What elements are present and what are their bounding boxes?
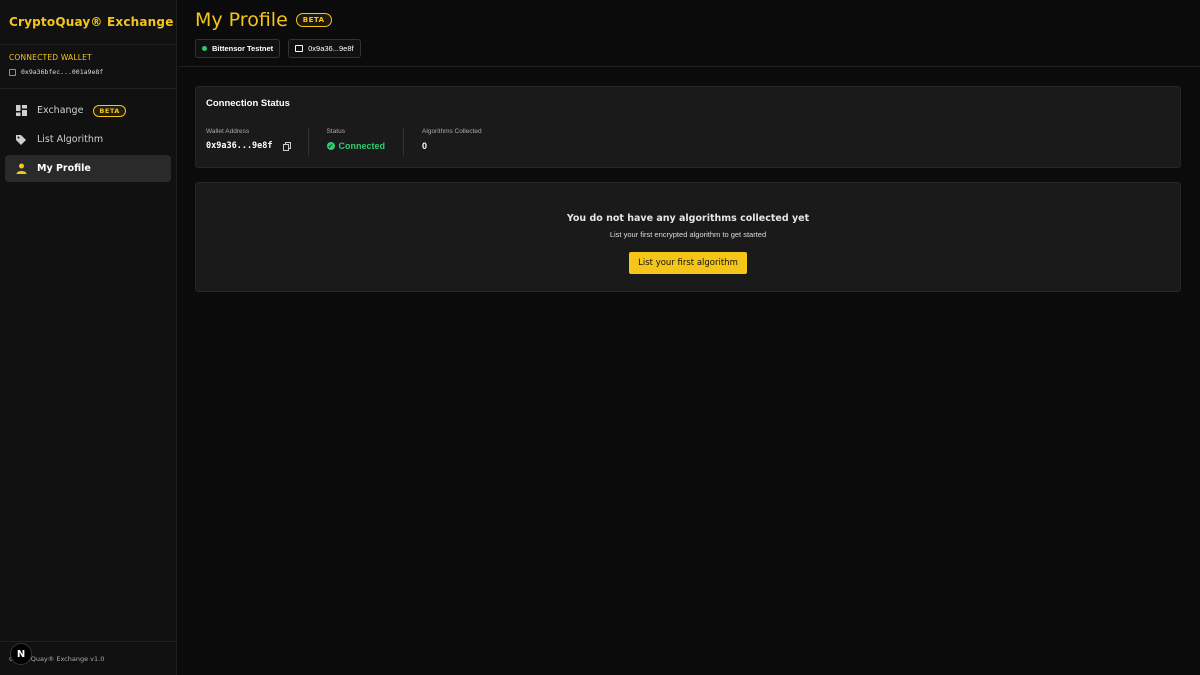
sidebar-item-label: Exchange: [37, 105, 84, 116]
wallet-icon: [9, 68, 16, 76]
sidebar-item-label: My Profile: [37, 163, 91, 174]
connected-wallet-panel: CONNECTED WALLET 0x9a36bfec...001a9e8f: [0, 45, 176, 89]
copy-icon[interactable]: [282, 142, 291, 151]
stats-row: Wallet Address 0x9a36...9e8f Status ✓ Co…: [206, 128, 1170, 156]
empty-state-card: You do not have any algorithms collected…: [195, 182, 1181, 292]
sidebar: CryptoQuay® Exchange CONNECTED WALLET 0x…: [0, 0, 177, 675]
wallet-address: 0x9a36bfec...001a9e8f: [21, 68, 104, 76]
brand-logo[interactable]: CryptoQuay® Exchange: [0, 0, 176, 45]
page-header: My Profile BETA Bittensor Testnet 0x9a36…: [178, 0, 1200, 67]
beta-badge: BETA: [93, 104, 126, 117]
wallet-heading: CONNECTED WALLET: [9, 53, 92, 62]
list-first-algorithm-button[interactable]: List your first algorithm: [629, 252, 747, 274]
check-circle-icon: ✓: [326, 142, 335, 150]
sidebar-nav: Exchange BETA List Algorithm My Profile: [0, 89, 176, 182]
tag-icon: [15, 134, 27, 146]
page-title: My Profile: [195, 9, 288, 31]
empty-state-subtitle: List your first encrypted algorithm to g…: [609, 230, 767, 239]
beta-badge: BETA: [295, 13, 332, 27]
connection-status-value: Connected: [338, 141, 386, 151]
main-content: My Profile BETA Bittensor Testnet 0x9a36…: [178, 0, 1200, 675]
wallet-icon: [295, 45, 304, 52]
sidebar-item-exchange[interactable]: Exchange BETA: [5, 97, 171, 124]
wallet-stat: Wallet Address 0x9a36...9e8f: [206, 128, 309, 156]
stat-value: 0x9a36...9e8f: [206, 141, 291, 151]
card-title: Connection Status: [206, 98, 290, 109]
sidebar-item-list-algorithm[interactable]: List Algorithm: [5, 126, 171, 153]
status-dot-icon: [202, 46, 207, 51]
stat-value: 0: [422, 141, 428, 151]
stat-label: Status: [326, 128, 345, 135]
user-icon: [15, 163, 27, 175]
network-chip[interactable]: Bittensor Testnet: [195, 39, 281, 58]
title-row: My Profile BETA: [195, 9, 1183, 31]
stat-label: Wallet Address: [206, 128, 250, 135]
empty-state-title: You do not have any algorithms collected…: [566, 213, 810, 224]
wallet-address-value: 0x9a36...9e8f: [206, 141, 273, 151]
sidebar-item-my-profile[interactable]: My Profile: [5, 155, 171, 182]
stat-value: ✓ Connected: [326, 141, 386, 151]
grid-icon: [15, 105, 27, 117]
network-name: Bittensor Testnet: [212, 44, 274, 53]
connection-status-card: Connection Status Wallet Address 0x9a36.…: [195, 86, 1181, 168]
algorithms-stat: Algorithms Collected 0: [422, 128, 500, 156]
stat-label: Algorithms Collected: [422, 128, 482, 135]
dev-tools-badge[interactable]: N: [10, 643, 32, 665]
wallet-short-address: 0x9a36...9e8f: [308, 44, 354, 53]
wallet-row: 0x9a36bfec...001a9e8f: [9, 68, 167, 76]
header-chips: Bittensor Testnet 0x9a36...9e8f: [195, 39, 1183, 58]
status-stat: Status ✓ Connected: [326, 128, 405, 156]
wallet-chip[interactable]: 0x9a36...9e8f: [288, 39, 361, 58]
sidebar-item-label: List Algorithm: [37, 134, 104, 145]
